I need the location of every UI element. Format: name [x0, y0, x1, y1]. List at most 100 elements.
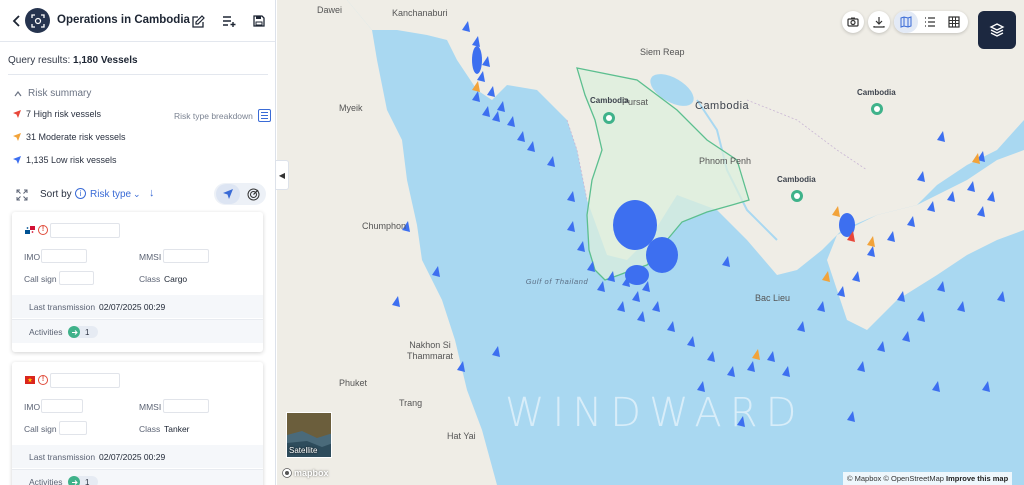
last-transmission-value: 02/07/2025 00:29	[99, 302, 166, 312]
radar-icon	[247, 188, 259, 200]
satellite-toggle[interactable]: Satellite	[286, 412, 332, 458]
playlist-add-icon	[223, 16, 236, 27]
map-label-cambodia: Cambodia	[695, 100, 750, 112]
mmsi-value	[163, 249, 209, 263]
callsign-label: Call sign	[24, 424, 57, 434]
map-label-phuket: Phuket	[339, 378, 368, 388]
class-value: Tanker	[164, 424, 190, 434]
camera-button[interactable]	[842, 11, 864, 33]
list-view-button[interactable]	[918, 11, 942, 33]
satellite-label: Satellite	[289, 446, 318, 455]
expand-button[interactable]	[16, 188, 28, 201]
alert-icon: !	[38, 375, 48, 385]
query-results-label: Query results:	[8, 55, 71, 66]
risk-high-label: 7 High risk vessels	[26, 109, 102, 119]
map-label-nakhon: Nakhon Si Thammarat	[406, 340, 453, 361]
map-label-siem-reap: Siem Reap	[640, 47, 685, 57]
risk-summary-title: Risk summary	[28, 88, 92, 99]
app-root: Dawei Kanchanaburi Siem Reap Pursat Camb…	[0, 0, 1024, 485]
activities-chip[interactable]: 1	[68, 326, 98, 338]
risk-moderate-label: 31 Moderate risk vessels	[26, 132, 126, 142]
page-title: Operations in Cambodia	[57, 14, 190, 26]
attribution-osm-link[interactable]: © OpenStreetMap	[883, 474, 944, 483]
table-view-button[interactable]	[942, 11, 966, 33]
sort-direction-button[interactable]: ↓	[149, 187, 155, 199]
add-to-list-button[interactable]	[218, 10, 240, 32]
improve-map-link[interactable]: Improve this map	[946, 474, 1008, 483]
last-transmission-row: Last transmission 02/07/2025 00:29	[12, 295, 263, 318]
attribution-mapbox-link[interactable]: © Mapbox	[847, 474, 881, 483]
low-risk-vessel-icon	[13, 156, 21, 164]
panel-header: Operations in Cambodia	[0, 0, 275, 42]
callsign-value	[59, 271, 94, 285]
risk-low-label: 1,135 Low risk vessels	[26, 155, 117, 165]
info-icon[interactable]: i	[75, 188, 86, 199]
sort-bar: Sort by i Risk type ⌄ ↓	[0, 180, 275, 208]
edit-button[interactable]	[187, 10, 209, 32]
risk-row-high[interactable]: 7 High risk vessels	[12, 109, 101, 119]
collapse-panel-button[interactable]: ◀	[276, 160, 289, 190]
activities-chip[interactable]: 1	[68, 476, 98, 485]
map-marker-label-cambodia-3: Cambodia	[857, 88, 896, 97]
breakdown-list-icon	[257, 109, 271, 122]
view-switcher	[894, 11, 968, 33]
risk-summary-toggle[interactable]: Risk summary	[14, 88, 91, 99]
vessel-card[interactable]: ! IMO MMSI Call sign Class Cargo Last tr…	[12, 212, 263, 352]
layers-button[interactable]	[978, 11, 1016, 49]
list-icon	[925, 17, 935, 27]
map-label-bac-lieu: Bac Lieu	[755, 293, 791, 303]
last-transmission-label: Last transmission	[29, 452, 96, 462]
panama-flag-icon	[25, 226, 35, 234]
activities-label: Activities	[29, 477, 63, 485]
save-button[interactable]	[248, 10, 270, 32]
map-label-kanchanaburi: Kanchanaburi	[392, 8, 448, 18]
sort-label: Sort by	[40, 189, 72, 200]
map-marker-label-cambodia-1: Cambodia	[590, 96, 629, 105]
class-label: Class	[139, 274, 161, 284]
mapbox-logo: mapbox	[282, 468, 329, 478]
scan-target-icon	[30, 13, 45, 28]
divider	[8, 74, 268, 75]
expand-icon	[16, 189, 28, 201]
chevron-down-icon[interactable]: ⌄	[133, 189, 141, 200]
imo-label: IMO	[24, 402, 41, 412]
mmsi-value	[163, 399, 209, 413]
class-value: Cargo	[164, 274, 188, 284]
operations-panel: Operations in Cambodia Query results: 1,…	[0, 0, 276, 485]
query-results-count: 1,180 Vessels	[73, 55, 138, 66]
camera-icon	[847, 17, 859, 27]
imo-label: IMO	[24, 252, 41, 262]
callsign-value	[59, 421, 87, 435]
moderate-risk-vessel-icon	[13, 133, 21, 141]
imo-value	[41, 249, 87, 263]
risk-breakdown-label: Risk type breakdown	[174, 110, 253, 121]
map-label-hat-yai: Hat Yai	[447, 431, 476, 441]
last-transmission-row: Last transmission 02/07/2025 00:29	[12, 445, 263, 468]
callsign-label: Call sign	[24, 274, 57, 284]
map-view-button[interactable]	[894, 11, 918, 33]
activity-arrow-icon	[68, 326, 80, 338]
windward-watermark: WINDWARD	[505, 390, 805, 436]
sort-dropdown[interactable]: Risk type	[90, 189, 131, 200]
vessel-card[interactable]: ! IMO MMSI Call sign Class Tanker Last t…	[12, 362, 263, 485]
map-label-phnom-penh: Phnom Penh	[699, 156, 752, 166]
vessel-view-toggle[interactable]	[216, 184, 240, 204]
radar-view-toggle[interactable]	[242, 184, 264, 204]
query-results: Query results: 1,180 Vessels	[8, 55, 138, 66]
map-attribution: © Mapbox © OpenStreetMap Improve this ma…	[843, 472, 1013, 485]
mmsi-label: MMSI	[139, 402, 162, 412]
risk-row-low[interactable]: 1,135 Low risk vessels	[12, 155, 117, 165]
save-icon	[253, 15, 265, 27]
navigation-arrow-icon	[223, 189, 233, 199]
risk-breakdown-button[interactable]: Risk type breakdown	[174, 109, 271, 122]
download-button[interactable]	[868, 11, 890, 33]
download-icon	[873, 17, 885, 28]
map-label-chumphon: Chumphon	[362, 221, 407, 231]
layers-icon	[989, 23, 1005, 37]
table-icon	[948, 16, 960, 28]
risk-row-moderate[interactable]: 31 Moderate risk vessels	[12, 132, 126, 142]
display-toggle	[214, 183, 266, 205]
operation-icon	[25, 8, 50, 33]
activities-count: 1	[85, 477, 90, 485]
activities-count: 1	[85, 327, 90, 337]
